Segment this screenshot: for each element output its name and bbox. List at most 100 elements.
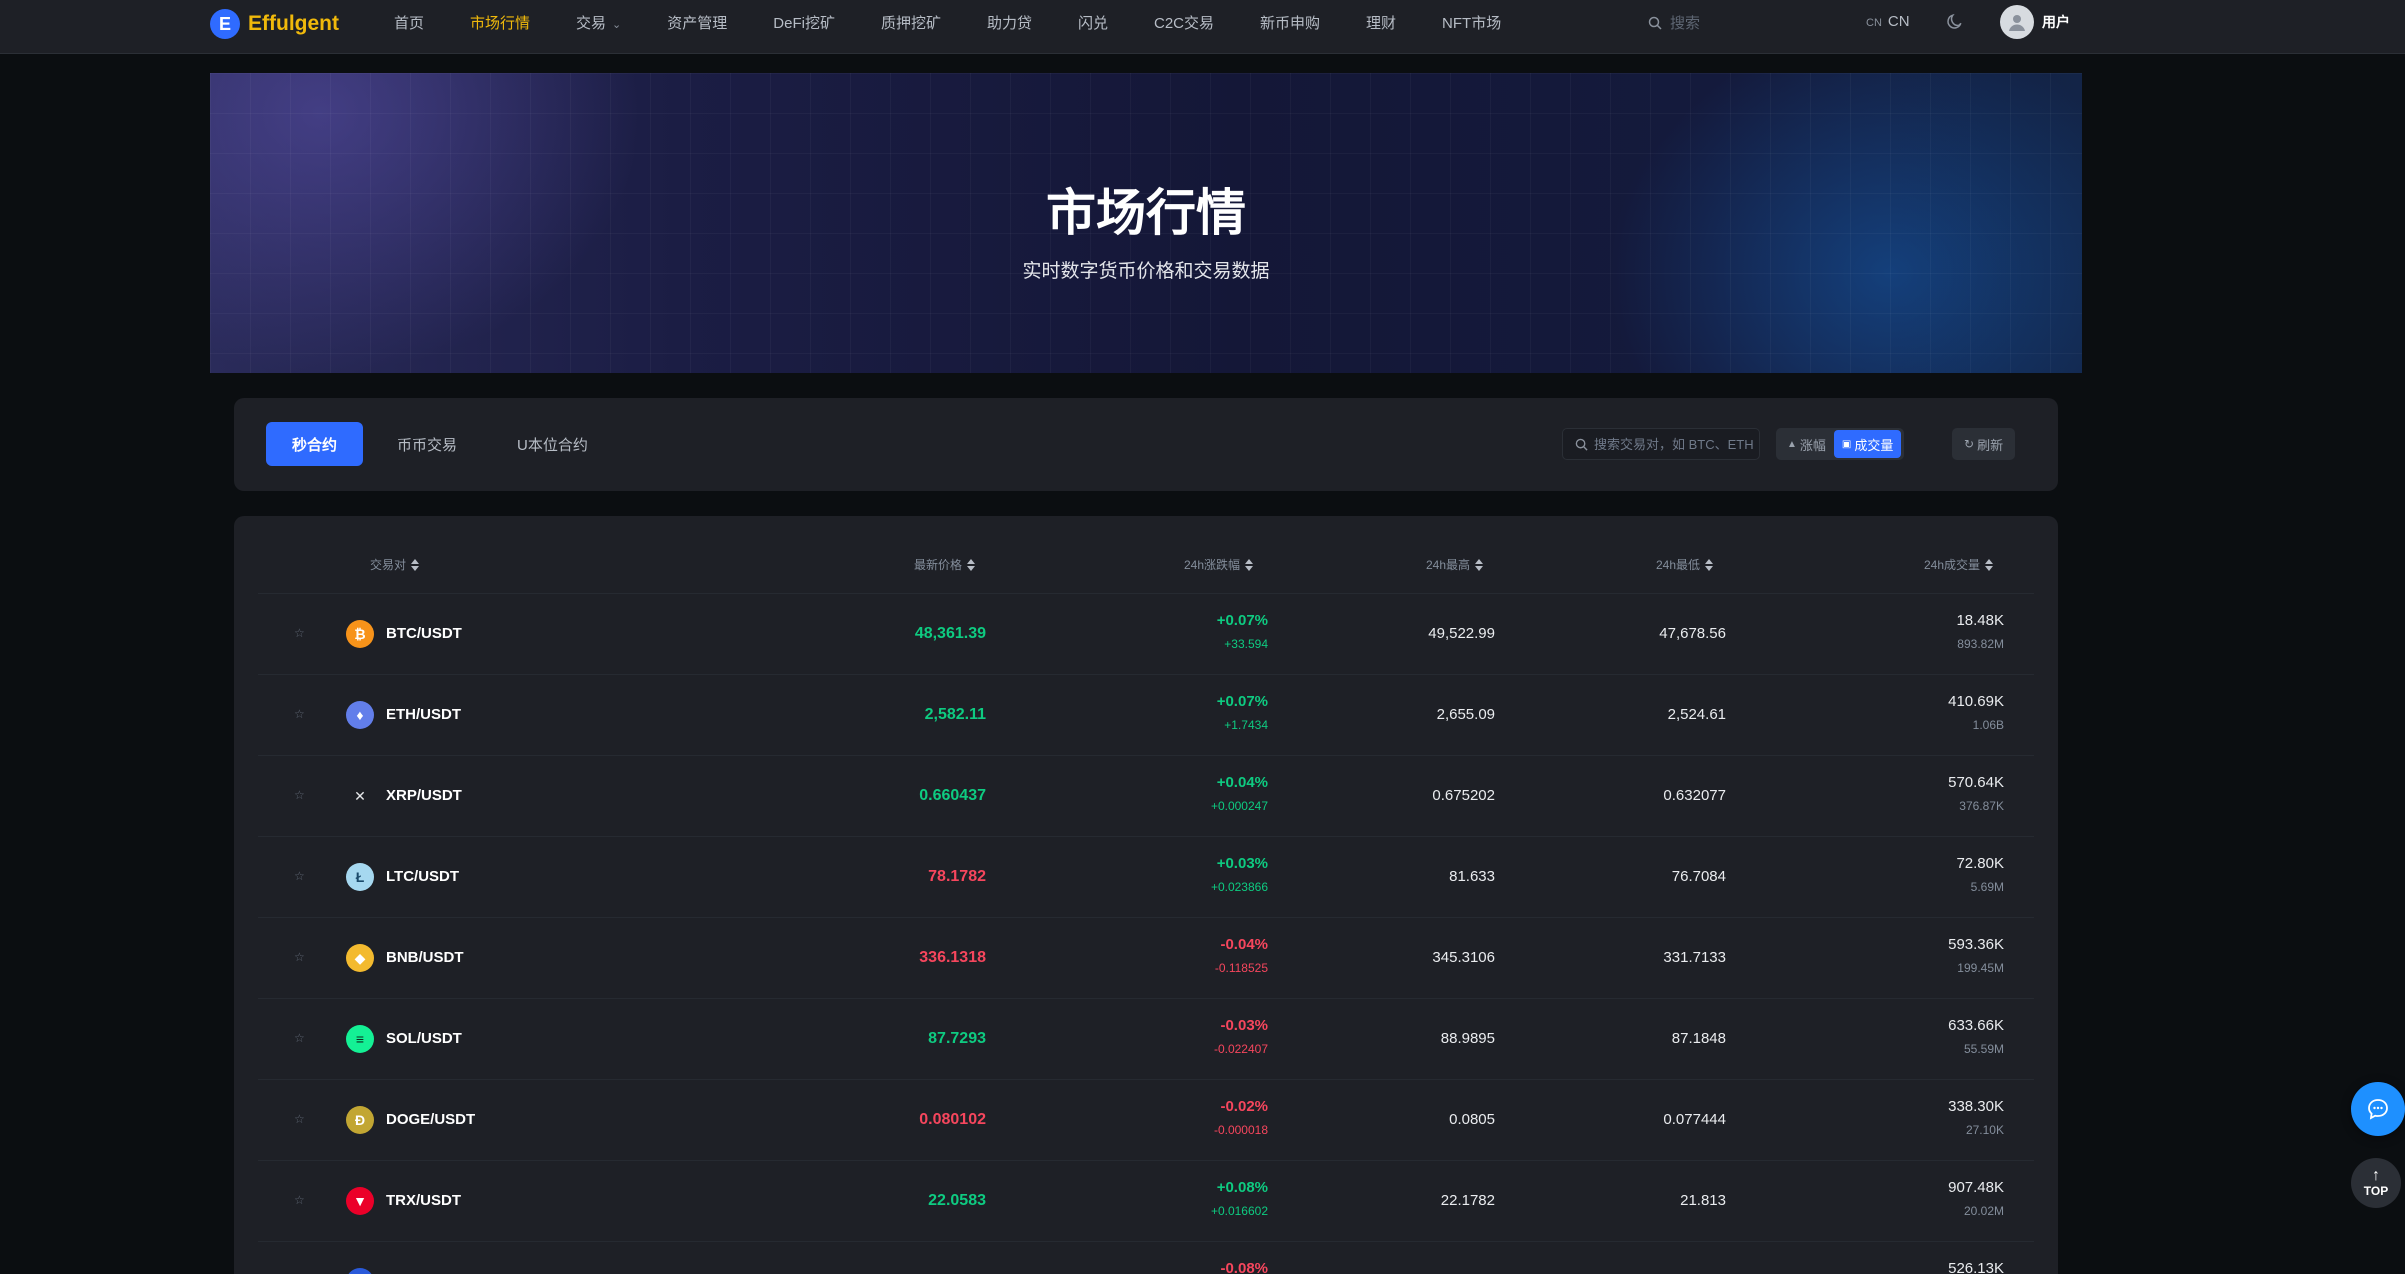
nav-link-finance[interactable]: 理财 [1366, 12, 1396, 33]
column-header-low[interactable]: 24h最低 [1656, 556, 1714, 573]
logo-icon: E [210, 9, 240, 39]
last-price: 78.1782 [928, 868, 986, 885]
pair-name: SOL/USDT [386, 1030, 462, 1047]
nav-link-market[interactable]: 市场行情 [470, 12, 530, 33]
column-header-pair[interactable]: 交易对 [370, 556, 420, 573]
change-percent: -0.04% [1220, 936, 1268, 953]
pair-search[interactable] [1562, 428, 1760, 460]
table-row[interactable]: ☆ Ð DOGE/USDT 0.080102 -0.02% -0.000018 0… [258, 1080, 2034, 1161]
pair-name: TRX/USDT [386, 1192, 461, 1209]
table-row[interactable]: ☆ ≡ SOL/USDT 87.7293 -0.03% -0.022407 88.… [258, 999, 2034, 1080]
last-price: 48,361.39 [914, 625, 986, 642]
theme-toggle[interactable] [1946, 12, 1964, 35]
xrp-icon: ✕ [354, 787, 366, 804]
user-icon [2009, 15, 2025, 31]
favorite-star-icon[interactable]: ☆ [294, 869, 305, 883]
change-amount: +0.023866 [1210, 880, 1268, 894]
column-header-price[interactable]: 最新价格 [914, 556, 976, 573]
user-menu[interactable]: 用户 [2000, 5, 2070, 39]
tron-icon: ▼ [346, 1187, 374, 1215]
volume-quote: 199.45M [1957, 961, 2004, 975]
sort-arrows-icon [1705, 558, 1714, 571]
column-header-pair-label: 交易对 [370, 558, 407, 572]
favorite-star-icon[interactable]: ☆ [294, 707, 305, 721]
pair-search-input[interactable] [1594, 436, 1754, 452]
sort-by-volume-label: 成交量 [1854, 437, 1894, 453]
favorite-star-icon[interactable]: ☆ [294, 1031, 305, 1045]
nav-link-trade-label: 交易 [576, 14, 607, 32]
column-header-high[interactable]: 24h最高 [1426, 556, 1484, 573]
volume-cell: 410.69K 1.06B [1948, 693, 2004, 732]
volume-base: 410.69K [1948, 693, 2004, 710]
pair-name: BNB/USDT [386, 949, 464, 966]
volume-quote: 27.10K [1965, 1123, 2004, 1137]
nav-link-assets[interactable]: 资产管理 [667, 12, 727, 33]
favorite-star-icon[interactable]: ☆ [294, 1193, 305, 1207]
change-amount: -0.118525 [1214, 961, 1268, 975]
volume-cell: 18.48K 893.82M [1956, 612, 2004, 651]
nav-link-swap[interactable]: 闪兑 [1078, 12, 1108, 33]
volume-base: 526.13K [1948, 1260, 2004, 1274]
tab-second-contract[interactable]: 秒合约 [266, 422, 364, 466]
table-row[interactable]: ☆ ▼ TRX/USDT 22.0583 +0.08% +0.016602 22.… [258, 1161, 2034, 1242]
sort-by-change-button[interactable]: ▲ 涨幅 [1779, 430, 1834, 458]
sort-by-volume-button[interactable]: ▣ 成交量 [1833, 430, 1902, 458]
column-header-volume[interactable]: 24h成交量 [1924, 556, 1994, 573]
favorite-star-icon[interactable]: ☆ [294, 626, 305, 640]
nav-link-loan[interactable]: 助力贷 [987, 12, 1032, 33]
volume-quote: 20.02M [1963, 1204, 2004, 1218]
last-price: 87.7293 [928, 1030, 986, 1047]
volume-cell: 633.66K 55.59M [1948, 1017, 2004, 1056]
logo[interactable]: E Effulgent [210, 9, 339, 39]
chat-support-button[interactable] [2351, 1082, 2405, 1136]
table-row[interactable]: ☆ ₿ BTC/USDT 48,361.39 +0.07% +33.594 49,… [258, 594, 2034, 675]
chat-icon [2368, 1099, 2388, 1120]
volume-quote: 5.69M [1970, 880, 2004, 894]
column-header-price-label: 最新价格 [914, 558, 963, 572]
last-price: 0.660437 [919, 787, 986, 804]
favorite-star-icon[interactable]: ☆ [294, 1112, 305, 1126]
column-header-high-label: 24h最高 [1426, 558, 1471, 572]
volume-base: 72.80K [1956, 855, 2004, 872]
sort-arrows-icon [411, 558, 420, 571]
nav-search-placeholder: 搜索 [1670, 15, 1701, 32]
language-switcher[interactable]: CN CN [1866, 13, 1910, 30]
table-row[interactable]: ☆ ◆ BNB/USDT 336.1318 -0.04% -0.118525 34… [258, 918, 2034, 999]
favorite-star-icon[interactable]: ☆ [294, 788, 305, 802]
nav-links: 首页 市场行情 交易 ⌄ 资产管理 DeFi挖矿 质押挖矿 助力贷 闪兑 C2C交… [394, 0, 1547, 44]
favorite-star-icon[interactable]: ☆ [294, 950, 305, 964]
last-price: 0.080102 [919, 1111, 986, 1128]
change-percent: -0.03% [1220, 1017, 1268, 1034]
column-header-change-label: 24h涨跌幅 [1184, 558, 1241, 572]
nav-link-nft[interactable]: NFT市场 [1442, 12, 1501, 33]
nav-link-home[interactable]: 首页 [394, 12, 424, 33]
column-header-change[interactable]: 24h涨跌幅 [1184, 556, 1254, 573]
hero-banner: 市场行情 实时数字货币价格和交易数据 [210, 73, 2082, 373]
moon-icon [1947, 13, 1962, 29]
nav-link-staking[interactable]: 质押挖矿 [881, 12, 941, 33]
refresh-button[interactable]: ↻ 刷新 [1952, 428, 2016, 460]
nav-link-ieo[interactable]: 新币申购 [1260, 12, 1320, 33]
high-24h: 22.1782 [1440, 1192, 1495, 1209]
nav-link-c2c[interactable]: C2C交易 [1154, 12, 1214, 33]
table-row[interactable]: ☆ ✕ XRP/USDT 0.660437 +0.04% +0.000247 0.… [258, 756, 2034, 837]
table-row[interactable]: ☆ -0.08% 526.13K [258, 1242, 2034, 1274]
nav-search[interactable]: 搜索 [1648, 12, 1700, 33]
top-navbar: E Effulgent 首页 市场行情 交易 ⌄ 资产管理 DeFi挖矿 质押挖矿… [0, 0, 2405, 54]
back-to-top-button[interactable]: ↑ TOP [2351, 1158, 2401, 1208]
nav-link-trade[interactable]: 交易 ⌄ [576, 12, 621, 33]
change-percent: +0.04% [1216, 774, 1268, 791]
change-amount: -0.022407 [1213, 1042, 1268, 1056]
high-24h: 81.633 [1449, 868, 1495, 885]
table-row[interactable]: ☆ ♦ ETH/USDT 2,582.11 +0.07% +1.7434 2,65… [258, 675, 2034, 756]
tab-usdt-futures[interactable]: U本位合约 [491, 422, 614, 466]
table-row[interactable]: ☆ Ł LTC/USDT 78.1782 +0.03% +0.023866 81.… [258, 837, 2034, 918]
change-percent: +0.03% [1216, 855, 1268, 872]
nav-link-defi[interactable]: DeFi挖矿 [773, 12, 835, 33]
high-24h: 2,655.09 [1436, 706, 1495, 723]
tab-spot[interactable]: 币币交易 [371, 422, 483, 466]
high-24h: 345.3106 [1432, 949, 1495, 966]
change-cell: -0.03% -0.022407 [1214, 1017, 1268, 1056]
volume-base: 338.30K [1948, 1098, 2004, 1115]
volume-base: 907.48K [1948, 1179, 2004, 1196]
